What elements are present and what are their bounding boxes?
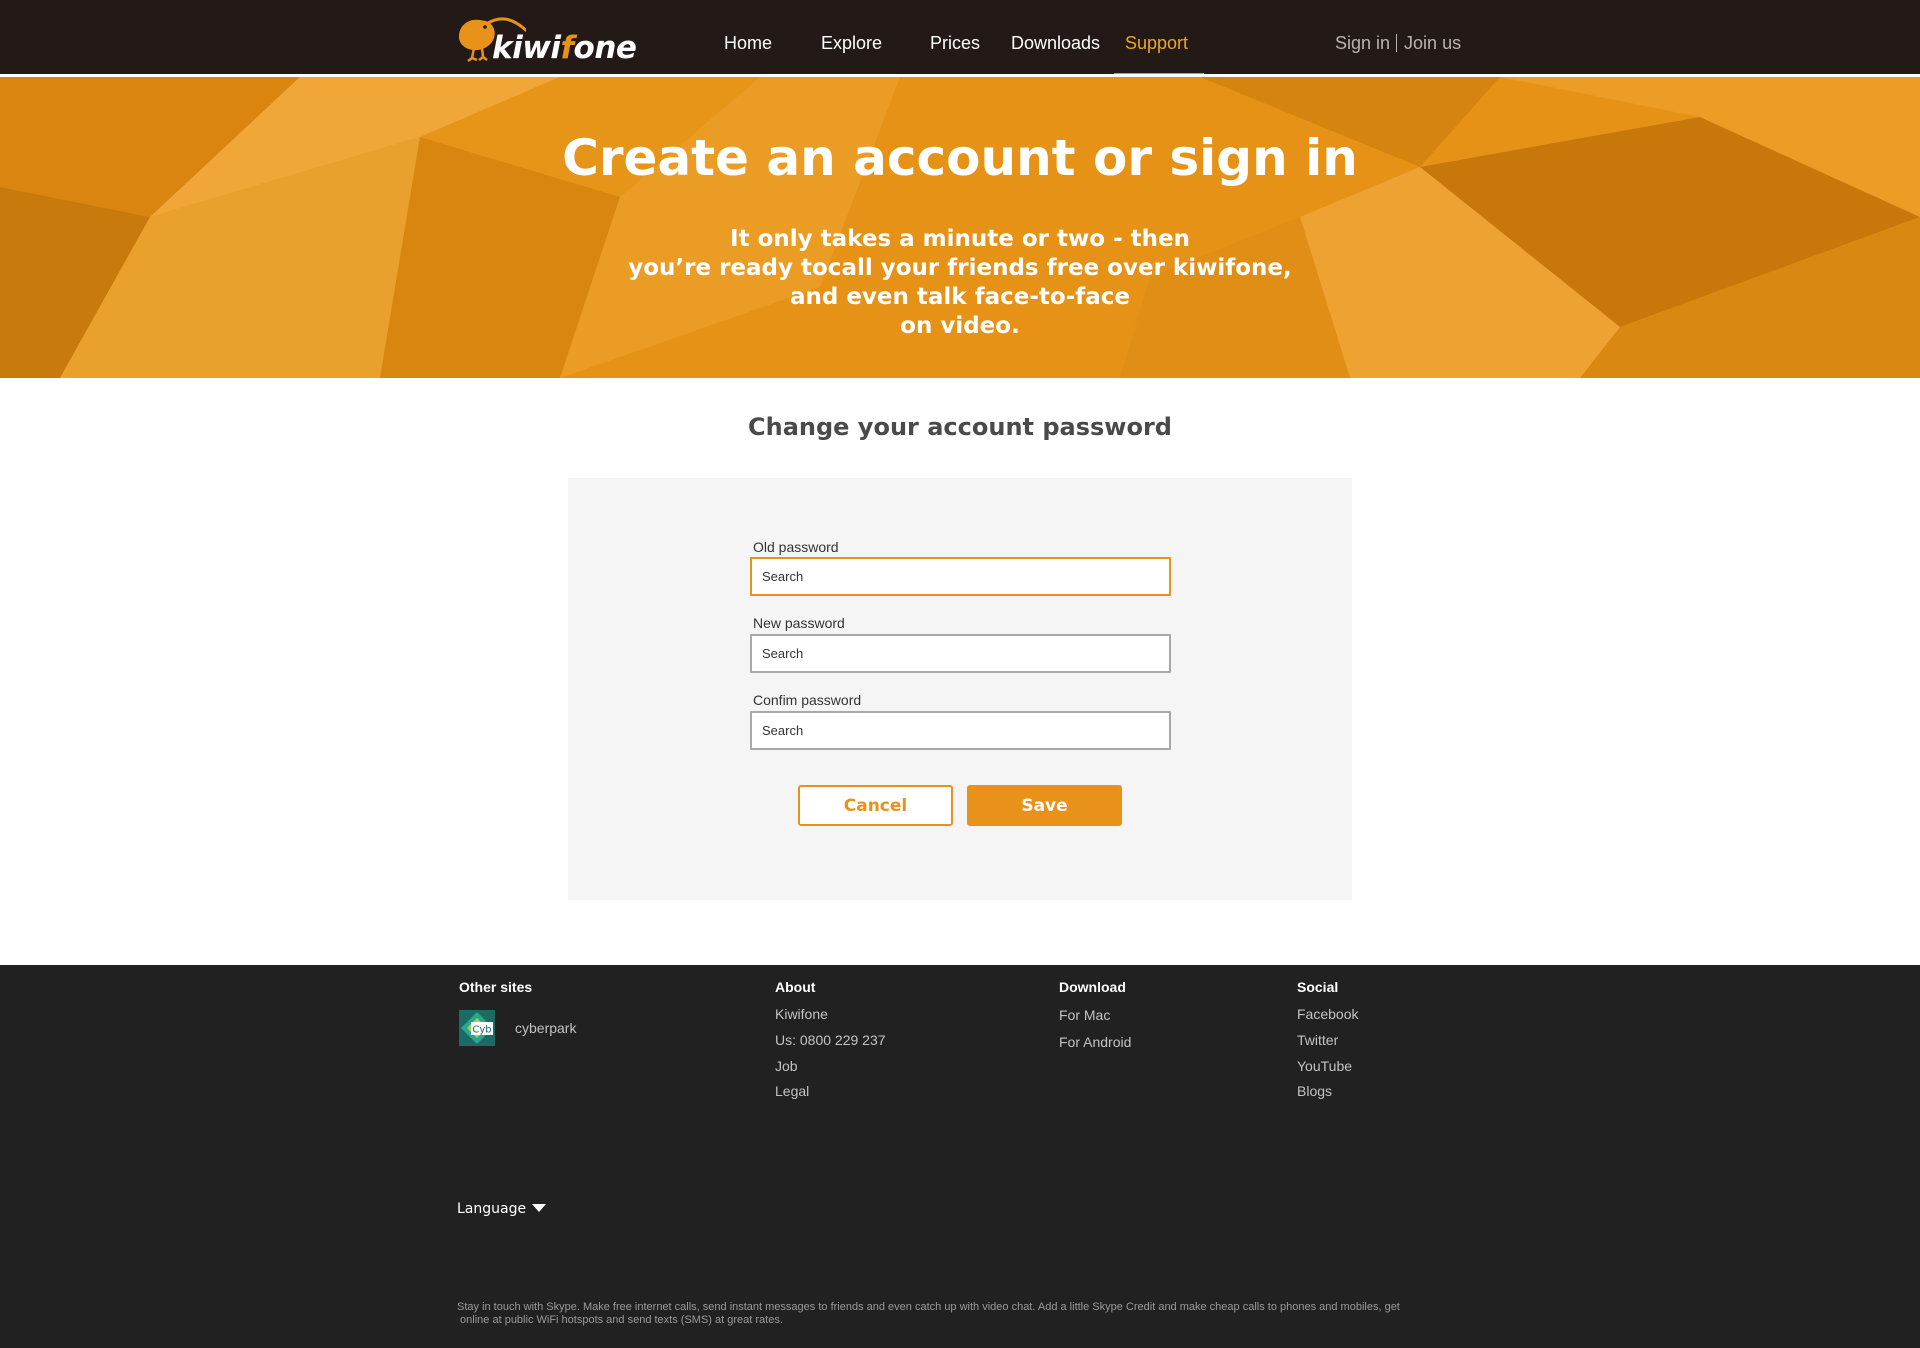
footer-link-job[interactable]: Job xyxy=(775,1058,798,1074)
top-navigation-bar: kiwifone Home Explore Prices Downloads S… xyxy=(0,0,1920,74)
footer-phone[interactable]: Us: 0800 229 237 xyxy=(775,1032,886,1048)
footer-link-legal[interactable]: Legal xyxy=(775,1083,809,1099)
nav-item-home[interactable]: Home xyxy=(724,33,772,54)
footer-link-blogs[interactable]: Blogs xyxy=(1297,1083,1332,1099)
new-password-label: New password xyxy=(753,615,845,631)
hero-subtitle-line: It only takes a minute or two - then xyxy=(730,226,1190,252)
footer-link-cyberpark[interactable]: cyberpark xyxy=(515,1020,576,1036)
nav-item-downloads[interactable]: Downloads xyxy=(1011,33,1100,54)
new-password-field[interactable] xyxy=(750,634,1171,673)
footer-download-title: Download xyxy=(1059,979,1126,995)
footer-link-for-android[interactable]: For Android xyxy=(1059,1034,1131,1050)
sign-in-link[interactable]: Sign in xyxy=(1335,33,1390,53)
kiwifone-logo[interactable]: kiwifone xyxy=(456,8,646,66)
save-button[interactable]: Save xyxy=(967,785,1122,826)
hero-subtitle-line: you’re ready tocall your friends free ov… xyxy=(628,255,1292,281)
nav-item-explore[interactable]: Explore xyxy=(821,33,882,54)
language-label: Language xyxy=(457,1201,527,1217)
confirm-password-field[interactable] xyxy=(750,711,1171,750)
hero-subtitle: It only takes a minute or two - then you… xyxy=(560,225,1360,341)
hero-subtitle-line: and even talk face-to-face xyxy=(789,284,1131,310)
disclaimer-line: Stay in touch with Skype. Make free inte… xyxy=(457,1301,1400,1313)
cyberpark-logo[interactable]: Cyb xyxy=(459,1010,495,1046)
form-title: Change your account password xyxy=(748,413,1172,441)
cyberpark-logo-text: Cyb xyxy=(472,1025,491,1036)
footer-link-facebook[interactable]: Facebook xyxy=(1297,1006,1358,1022)
footer-link-kiwifone[interactable]: Kiwifone xyxy=(775,1006,828,1022)
footer-about-title: About xyxy=(775,979,816,995)
old-password-field[interactable] xyxy=(750,557,1171,596)
cancel-button[interactable]: Cancel xyxy=(798,785,953,826)
footer-link-for-mac[interactable]: For Mac xyxy=(1059,1007,1110,1023)
nav-item-support[interactable]: Support xyxy=(1125,33,1188,54)
language-selector[interactable]: Language xyxy=(457,1201,547,1217)
footer-link-youtube[interactable]: YouTube xyxy=(1297,1058,1352,1074)
caret-down-icon xyxy=(532,1204,547,1212)
footer: Other sites Cyb cyberpark About Kiwifone… xyxy=(0,965,1920,1348)
old-password-label: Old password xyxy=(753,539,839,555)
password-form-panel xyxy=(568,478,1352,900)
footer-link-twitter[interactable]: Twitter xyxy=(1297,1032,1338,1048)
auth-divider xyxy=(1396,34,1398,52)
footer-other-sites-title: Other sites xyxy=(459,979,533,995)
footer-social-title: Social xyxy=(1297,979,1339,995)
hero-title: Create an account or sign in xyxy=(562,129,1358,187)
disclaimer-line: online at public WiFi hotspots and send … xyxy=(457,1314,783,1326)
cyberpark-icon: Cyb xyxy=(459,1010,495,1046)
kiwifone-wordmark: kiwifone xyxy=(492,30,637,66)
footer-disclaimer: Stay in touch with Skype. Make free inte… xyxy=(457,1301,1467,1327)
auth-links: Sign in Join us xyxy=(1335,33,1461,54)
nav-item-prices[interactable]: Prices xyxy=(930,33,980,54)
confirm-password-label: Confim password xyxy=(753,692,862,708)
hero-subtitle-line: on video. xyxy=(900,313,1020,339)
join-us-link[interactable]: Join us xyxy=(1404,33,1461,53)
hero-banner: Create an account or sign in It only tak… xyxy=(0,77,1920,378)
